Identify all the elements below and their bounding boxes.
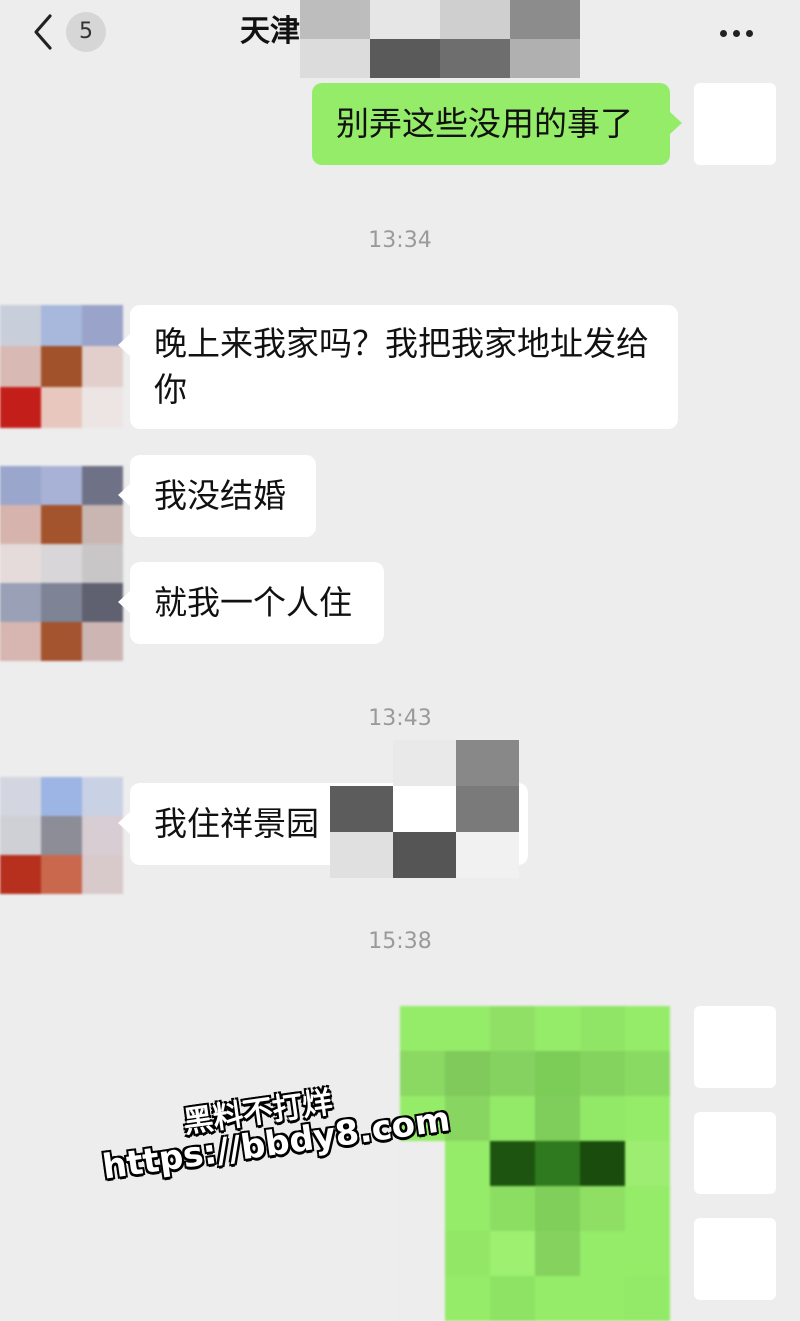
bubble-tail: [118, 591, 130, 613]
timestamp: 15:38: [368, 929, 432, 954]
censor-mosaic: [300, 0, 580, 78]
chat-header: 5 天津: [0, 0, 800, 78]
outgoing-message-bubble[interactable]: 别弄这些没用的事了: [312, 83, 670, 165]
dot-icon: [733, 30, 740, 37]
chat-title: 天津: [240, 14, 300, 49]
chevron-left-icon: [34, 14, 52, 50]
censor-mosaic: [330, 740, 520, 880]
message-text: 你: [154, 370, 187, 409]
timestamp: 13:34: [368, 228, 432, 253]
dot-icon: [746, 30, 753, 37]
message-text: 我没结婚: [154, 476, 286, 515]
contact-avatar[interactable]: [0, 777, 123, 895]
back-button[interactable]: [28, 10, 58, 54]
unread-count-badge[interactable]: 5: [66, 12, 106, 52]
more-options-button[interactable]: [720, 22, 764, 42]
message-text: 晚上来我家吗？我把我家地址发给: [154, 324, 649, 363]
bubble-tail: [670, 112, 682, 134]
bubble-tail: [118, 334, 130, 356]
my-avatar[interactable]: [694, 1006, 776, 1088]
my-avatar[interactable]: [694, 83, 776, 165]
timestamp: 13:43: [368, 706, 432, 731]
bubble-tail: [118, 484, 130, 506]
incoming-message-bubble[interactable]: 就我一个人住: [130, 562, 384, 644]
censored-outgoing-messages: [400, 1006, 672, 1321]
message-text: 我住祥景园: [154, 804, 319, 843]
message-text: 就我一个人住: [154, 583, 352, 622]
bubble-tail: [118, 812, 130, 834]
incoming-message-bubble[interactable]: 晚上来我家吗？我把我家地址发给 你: [130, 305, 678, 429]
my-avatar[interactable]: [694, 1112, 776, 1194]
my-avatar[interactable]: [694, 1218, 776, 1300]
dot-icon: [720, 30, 727, 37]
incoming-message-bubble[interactable]: 我没结婚: [130, 455, 316, 537]
contact-avatar[interactable]: [0, 466, 123, 662]
message-text: 别弄这些没用的事了: [336, 104, 633, 143]
chat-screen: 5 天津 别弄这些没用的事了 13:34 晚上来我家吗？我把我家地址发给 你 我…: [0, 0, 800, 1321]
contact-avatar[interactable]: [0, 305, 123, 428]
